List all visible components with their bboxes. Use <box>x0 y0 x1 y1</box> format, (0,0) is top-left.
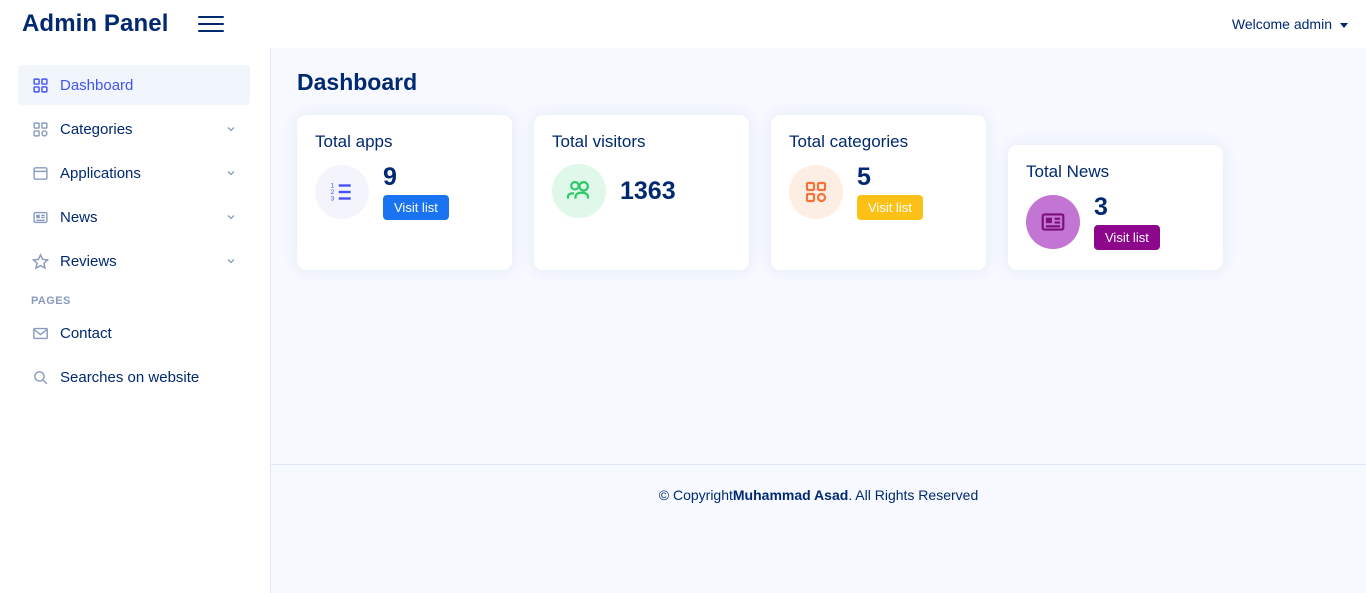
sidebar-item-label: News <box>60 208 98 226</box>
footer-author-name: Muhammad Asad <box>732 486 849 503</box>
card-title: Total categories <box>789 132 909 151</box>
sidebar-item-searches-on-website[interactable]: Searches on website <box>18 357 250 397</box>
hamburger-bar <box>198 16 225 18</box>
people-icon <box>552 164 606 218</box>
card-body: 1363 <box>552 158 731 218</box>
numbered-list-icon: 1 2 3 <box>315 165 369 220</box>
card-title: Total visitors <box>552 132 646 151</box>
sidebar-item-label: Contact <box>60 324 112 342</box>
search-icon <box>31 368 49 386</box>
sidebar-item-categories[interactable]: Categories <box>18 109 250 149</box>
grid-icon <box>31 120 49 138</box>
star-icon <box>31 252 49 270</box>
svg-text:3: 3 <box>331 196 335 203</box>
sidebar-item-label: Reviews <box>60 252 117 270</box>
hamburger-bar <box>198 23 225 25</box>
chevron-down-icon[interactable] <box>225 123 237 135</box>
sidebar-item-label: Applications <box>60 164 141 182</box>
sidebar-item-contact[interactable]: Contact <box>18 313 250 353</box>
hamburger-bar <box>198 30 225 32</box>
news-card-icon <box>1026 195 1080 250</box>
card-right: 9 Visit list <box>383 163 449 221</box>
grid-icon <box>31 76 49 94</box>
page-title: Dashboard <box>297 69 418 95</box>
top-header: Admin Panel Welcome admin <box>0 0 1366 48</box>
visit-list-button[interactable]: Visit list <box>383 195 449 221</box>
card-body: 3 Visit list <box>1026 188 1205 251</box>
hamburger-menu-icon[interactable] <box>198 11 225 37</box>
footer: © Copyright Muhammad Asad . All Rights R… <box>271 464 1366 524</box>
card-right: 1363 <box>620 176 676 205</box>
card-right: 5 Visit list <box>857 163 923 221</box>
welcome-label: Welcome admin <box>1231 16 1332 32</box>
footer-copyright-suffix: . All Rights Reserved <box>848 486 979 503</box>
card-title: Total News <box>1026 162 1110 181</box>
chevron-down-icon[interactable] <box>225 211 237 223</box>
app-brand-title: Admin Panel <box>22 10 169 37</box>
sidebar-section-heading: PAGES <box>31 295 71 307</box>
footer-copyright-prefix: © Copyright <box>658 486 733 503</box>
sidebar-item-reviews[interactable]: Reviews <box>18 241 250 281</box>
visit-list-button[interactable]: Visit list <box>1094 225 1160 251</box>
sidebar-item-label: Dashboard <box>60 76 134 94</box>
app-grid-icon <box>789 165 843 220</box>
sidebar: Dashboard Categories Applications News R… <box>0 48 271 593</box>
visit-list-button[interactable]: Visit list <box>857 195 923 221</box>
stat-card-total-apps: Total apps 1 2 3 9 Visit list <box>297 115 512 271</box>
stat-card-total-visitors: Total visitors 1363 <box>534 115 749 271</box>
sidebar-item-label: Categories <box>60 120 133 138</box>
card-value: 1363 <box>620 176 676 205</box>
card-right: 3 Visit list <box>1094 193 1160 251</box>
stat-card-total-news: Total News 3 Visit list <box>1008 145 1223 271</box>
news-icon <box>31 208 49 226</box>
window-icon <box>31 164 49 182</box>
card-value: 9 <box>383 163 397 191</box>
sidebar-item-dashboard[interactable]: Dashboard <box>18 65 250 105</box>
chevron-down-icon[interactable] <box>225 167 237 179</box>
card-title: Total apps <box>315 132 393 151</box>
sidebar-item-news[interactable]: News <box>18 197 250 237</box>
chevron-down-icon[interactable] <box>225 255 237 267</box>
sidebar-item-applications[interactable]: Applications <box>18 153 250 193</box>
card-value: 3 <box>1094 193 1108 221</box>
stat-card-grid: Total apps 1 2 3 9 Visit list Total visi… <box>297 115 1297 271</box>
envelope-icon <box>31 324 49 342</box>
user-menu[interactable]: Welcome admin <box>1232 16 1348 32</box>
card-body: 5 Visit list <box>789 158 968 221</box>
caret-down-icon <box>1340 22 1348 28</box>
card-value: 5 <box>857 163 871 191</box>
sidebar-item-label: Searches on website <box>60 368 200 386</box>
card-body: 1 2 3 9 Visit list <box>315 158 494 221</box>
stat-card-total-categories: Total categories 5 Visit list <box>771 115 986 271</box>
